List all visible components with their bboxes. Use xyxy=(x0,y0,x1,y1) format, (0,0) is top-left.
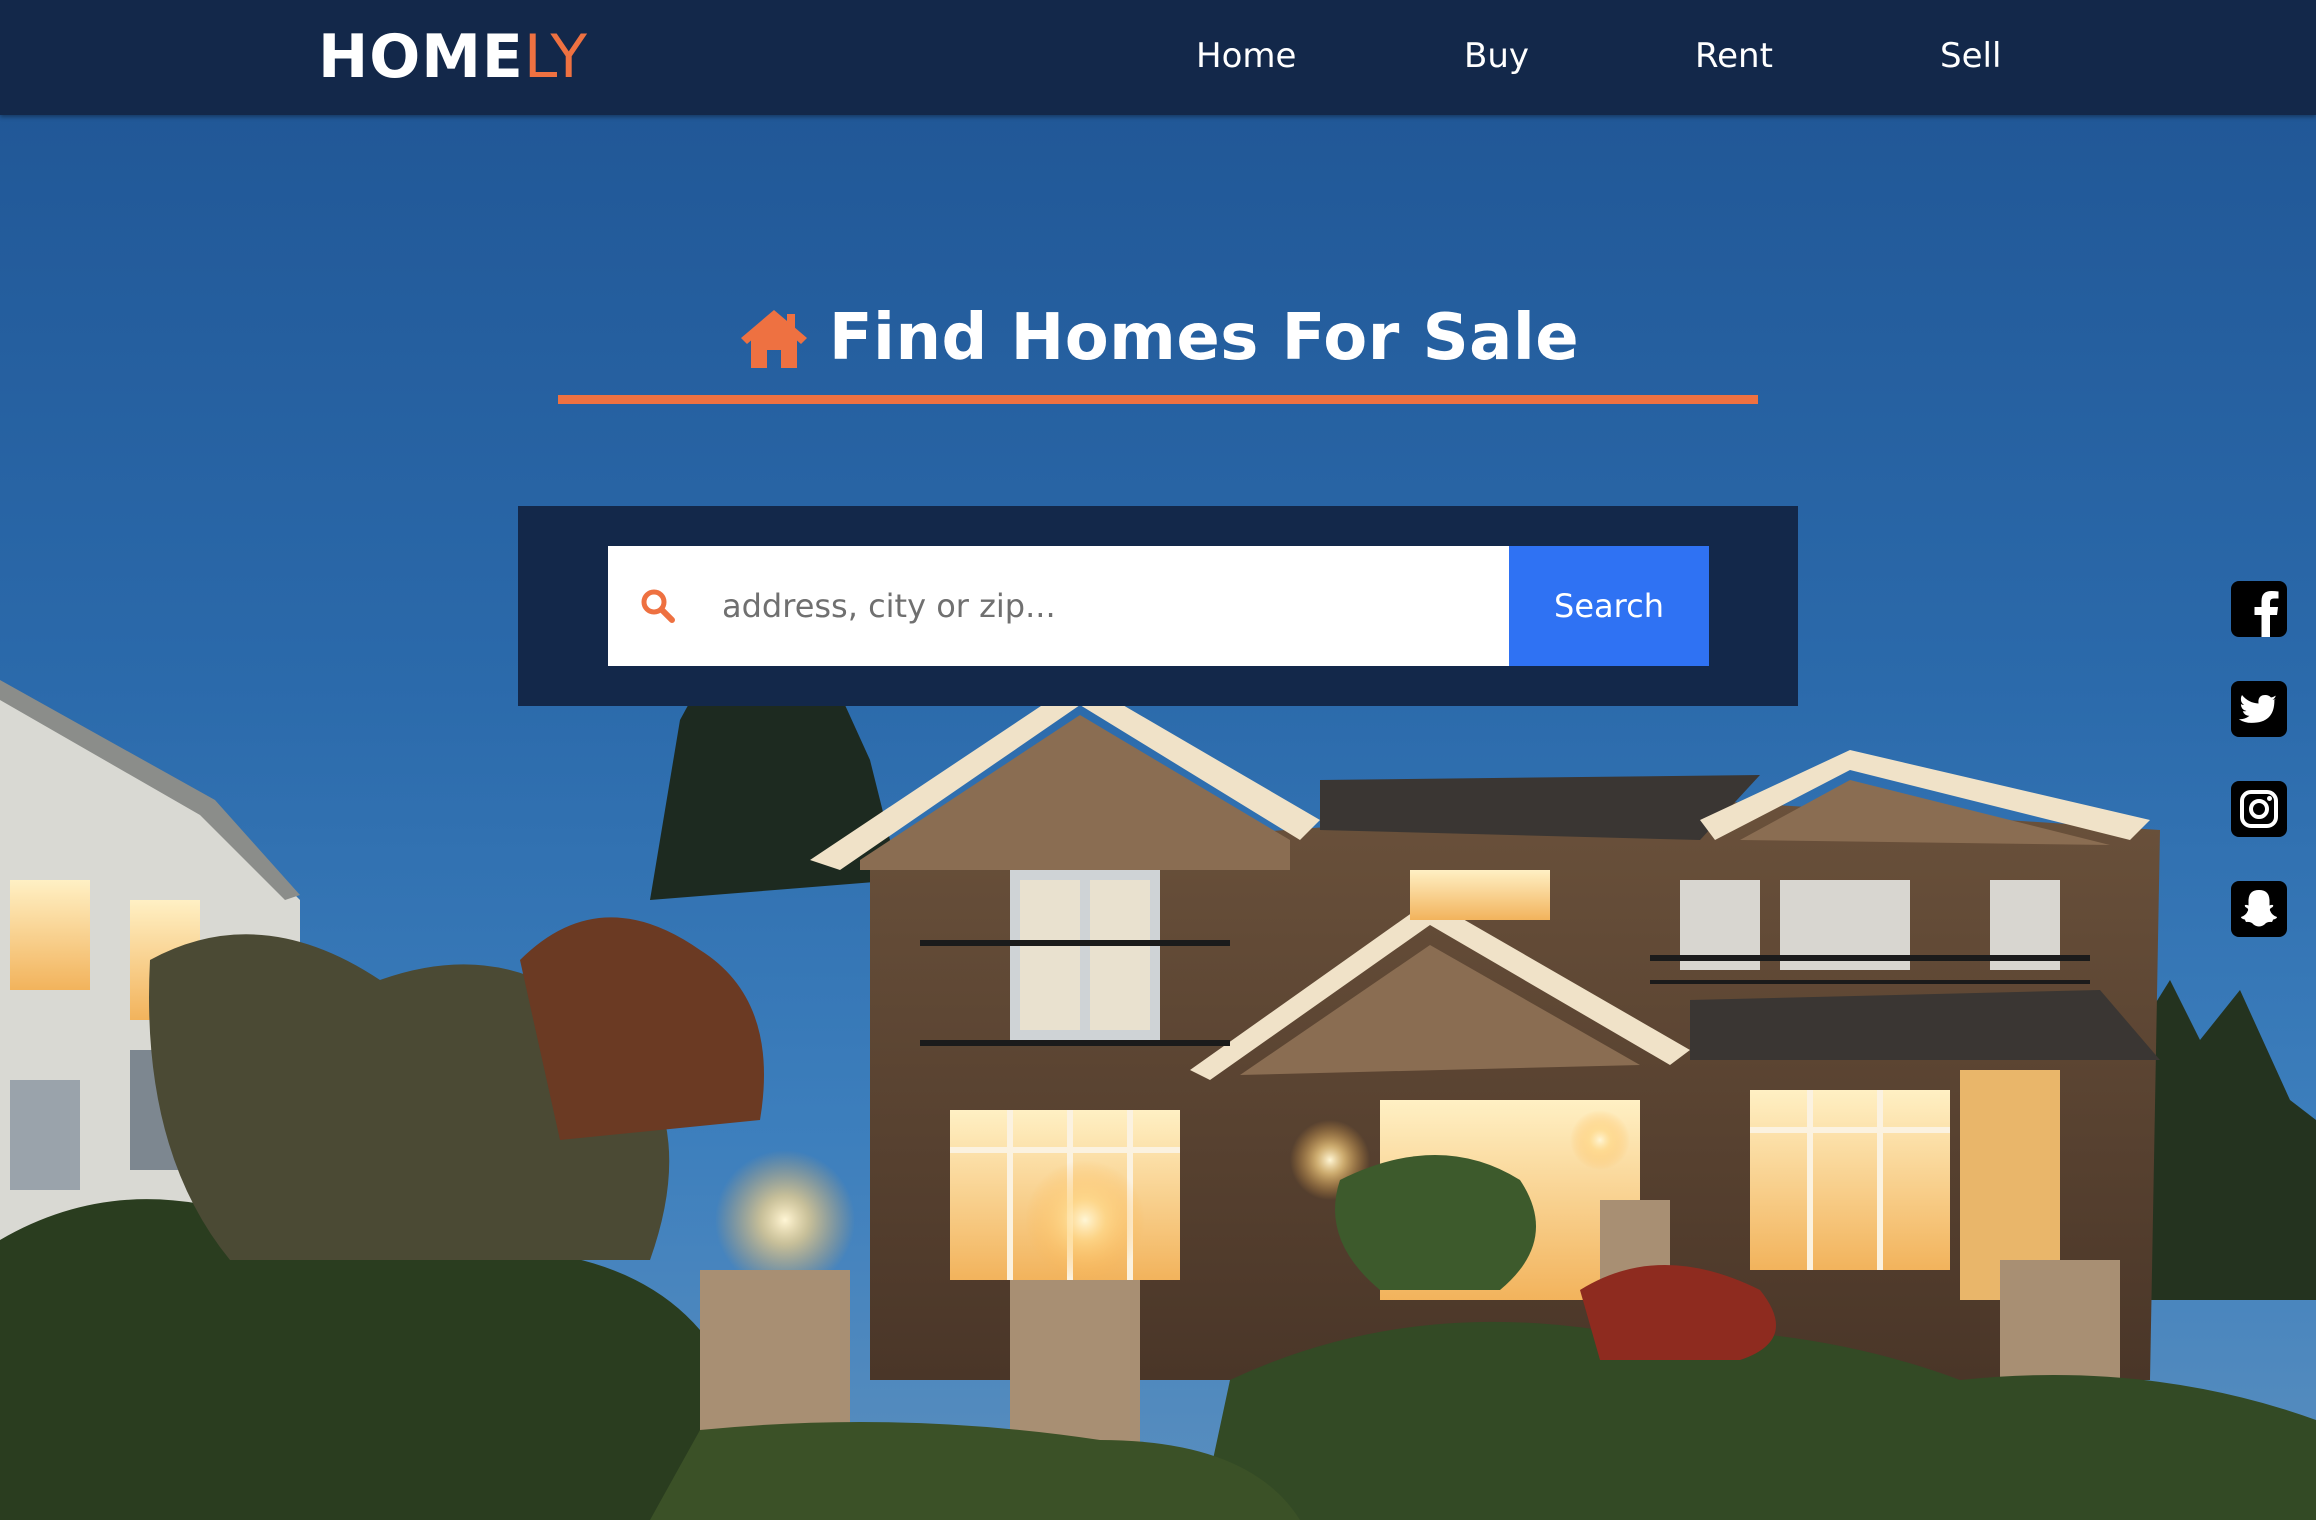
nav-home-link[interactable]: Home xyxy=(1196,30,1296,82)
top-navbar: HOMELY Home Buy Rent Sell xyxy=(0,0,2316,115)
facebook-link[interactable] xyxy=(2230,580,2288,638)
twitter-link[interactable] xyxy=(2230,680,2288,738)
search-button[interactable]: Search xyxy=(1509,546,1709,666)
homepage: HOMELY Home Buy Rent Sell Find Homes For… xyxy=(0,0,2316,1520)
search-icon xyxy=(641,589,675,623)
snapchat-icon xyxy=(2231,881,2287,937)
site-logo[interactable]: HOMELY xyxy=(318,22,588,92)
nav-rent-link[interactable]: Rent xyxy=(1695,30,1773,82)
instagram-icon xyxy=(2231,781,2287,837)
hero-title-row: Find Homes For Sale xyxy=(558,290,1758,386)
logo-accent-text: LY xyxy=(523,22,589,92)
twitter-icon xyxy=(2231,681,2287,737)
house-icon xyxy=(740,310,807,368)
search-input[interactable] xyxy=(700,546,1500,666)
snapchat-link[interactable] xyxy=(2230,880,2288,938)
facebook-icon xyxy=(2231,581,2287,637)
instagram-link[interactable] xyxy=(2230,780,2288,838)
nav-buy-link[interactable]: Buy xyxy=(1464,30,1529,82)
hero-background-image xyxy=(0,0,2316,1520)
social-links xyxy=(2230,580,2288,940)
nav-sell-link[interactable]: Sell xyxy=(1940,30,2001,82)
page-title: Find Homes For Sale xyxy=(828,301,1580,375)
title-underline xyxy=(558,395,1758,404)
logo-main-text: HOME xyxy=(318,22,524,92)
